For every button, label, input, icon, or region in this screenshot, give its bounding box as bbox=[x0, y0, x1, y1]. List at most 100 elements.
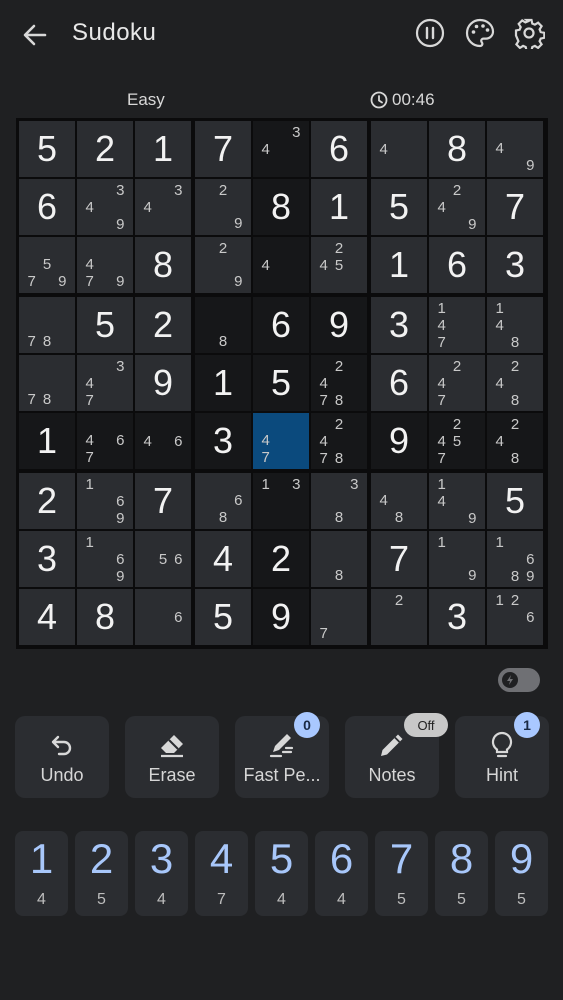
sudoku-cell[interactable]: 34 bbox=[135, 179, 191, 235]
sudoku-cell[interactable]: 4 bbox=[371, 121, 427, 177]
sudoku-cell[interactable]: 1 bbox=[195, 355, 251, 411]
sudoku-cell[interactable]: 48 bbox=[371, 473, 427, 529]
sudoku-cell[interactable]: 3 4 9 bbox=[77, 179, 133, 235]
sudoku-cell[interactable]: 6 bbox=[429, 237, 485, 293]
sudoku-cell[interactable]: 3 47 bbox=[77, 355, 133, 411]
sudoku-cell[interactable]: 5 bbox=[19, 121, 75, 177]
sudoku-cell[interactable]: 4 bbox=[253, 237, 309, 293]
settings-button[interactable] bbox=[512, 16, 546, 50]
sudoku-cell[interactable]: 6 bbox=[371, 355, 427, 411]
sudoku-cell[interactable]: 13 bbox=[253, 473, 309, 529]
sudoku-cell[interactable]: 5 bbox=[487, 473, 543, 529]
sudoku-cell[interactable]: 8 bbox=[311, 531, 367, 587]
sudoku-cell[interactable]: 147 bbox=[429, 297, 485, 353]
sudoku-cell[interactable]: 2 bbox=[77, 121, 133, 177]
timer: 00:46 bbox=[370, 90, 435, 110]
sudoku-cell[interactable]: 78 bbox=[19, 297, 75, 353]
sudoku-cell[interactable]: 6 bbox=[135, 589, 191, 645]
sudoku-cell[interactable]: 29 bbox=[195, 179, 251, 235]
number-key-5[interactable]: 54 bbox=[255, 831, 308, 916]
sudoku-cell[interactable]: 7 bbox=[487, 179, 543, 235]
sudoku-cell[interactable]: 3 bbox=[371, 297, 427, 353]
note-digit: 2 bbox=[452, 182, 462, 199]
sudoku-cell[interactable]: 47 9 bbox=[77, 237, 133, 293]
sudoku-cell[interactable]: 68 bbox=[195, 473, 251, 529]
sudoku-cell[interactable]: 56 bbox=[135, 531, 191, 587]
number-key-1[interactable]: 14 bbox=[15, 831, 68, 916]
sudoku-cell[interactable]: 126 bbox=[487, 589, 543, 645]
sudoku-cell[interactable]: 2478 bbox=[311, 413, 367, 469]
number-key-4[interactable]: 47 bbox=[195, 831, 248, 916]
sudoku-cell[interactable]: 5 bbox=[253, 355, 309, 411]
note-digit: 4 bbox=[437, 317, 446, 334]
sudoku-cell[interactable]: 8 bbox=[195, 297, 251, 353]
sudoku-cell[interactable]: 1 69 bbox=[77, 531, 133, 587]
pause-button[interactable] bbox=[413, 16, 447, 50]
sudoku-cell[interactable]: 9 bbox=[253, 589, 309, 645]
sudoku-cell[interactable]: 2 bbox=[253, 531, 309, 587]
sudoku-cell[interactable]: 4 bbox=[195, 531, 251, 587]
sudoku-cell[interactable]: 5 bbox=[195, 589, 251, 645]
sudoku-cell[interactable]: 19 bbox=[429, 531, 485, 587]
sudoku-cell[interactable]: 7 bbox=[311, 589, 367, 645]
number-key-2[interactable]: 25 bbox=[75, 831, 128, 916]
sudoku-cell[interactable]: 8 bbox=[429, 121, 485, 177]
number-key-9[interactable]: 95 bbox=[495, 831, 548, 916]
sudoku-cell[interactable]: 9 bbox=[371, 413, 427, 469]
sudoku-cell[interactable]: 2 bbox=[371, 589, 427, 645]
sudoku-cell[interactable]: 14 9 bbox=[429, 473, 485, 529]
sudoku-cell[interactable]: 8 bbox=[253, 179, 309, 235]
sudoku-cell[interactable]: 2457 bbox=[429, 413, 485, 469]
sudoku-cell[interactable]: 2478 bbox=[311, 355, 367, 411]
sudoku-cell[interactable]: 2 bbox=[135, 297, 191, 353]
sudoku-cell[interactable]: 248 bbox=[487, 355, 543, 411]
sudoku-cell[interactable]: 1 69 bbox=[77, 473, 133, 529]
sudoku-cell[interactable]: 1 bbox=[311, 179, 367, 235]
sudoku-cell[interactable]: 5 bbox=[77, 297, 133, 353]
sudoku-cell[interactable]: 24 9 bbox=[429, 179, 485, 235]
back-button[interactable] bbox=[18, 18, 52, 52]
number-key-8[interactable]: 85 bbox=[435, 831, 488, 916]
number-key-6[interactable]: 64 bbox=[315, 831, 368, 916]
sudoku-cell[interactable]: 1689 bbox=[487, 531, 543, 587]
auto-toggle[interactable] bbox=[498, 668, 540, 692]
sudoku-cell[interactable]: 3 bbox=[195, 413, 251, 469]
sudoku-cell[interactable]: 1 bbox=[371, 237, 427, 293]
sudoku-cell[interactable]: 6 bbox=[253, 297, 309, 353]
number-key-3[interactable]: 34 bbox=[135, 831, 188, 916]
sudoku-cell[interactable]: 245 bbox=[311, 237, 367, 293]
sudoku-cell[interactable]: 3 bbox=[19, 531, 75, 587]
sudoku-cell[interactable]: 3 bbox=[429, 589, 485, 645]
sudoku-cell[interactable]: 5 bbox=[371, 179, 427, 235]
sudoku-cell[interactable]: 34 bbox=[253, 121, 309, 177]
sudoku-cell[interactable]: 247 bbox=[429, 355, 485, 411]
sudoku-cell[interactable]: 8 bbox=[135, 237, 191, 293]
sudoku-cell[interactable]: 4 6 7 bbox=[77, 413, 133, 469]
sudoku-cell[interactable]: 47 bbox=[253, 413, 309, 469]
sudoku-cell[interactable]: 7 bbox=[371, 531, 427, 587]
sudoku-cell[interactable]: 1 bbox=[19, 413, 75, 469]
sudoku-cell[interactable]: 78 bbox=[19, 355, 75, 411]
sudoku-cell[interactable]: 8 bbox=[77, 589, 133, 645]
sudoku-cell[interactable]: 49 bbox=[487, 121, 543, 177]
number-key-7[interactable]: 75 bbox=[375, 831, 428, 916]
sudoku-cell[interactable]: 4 bbox=[19, 589, 75, 645]
sudoku-cell[interactable]: 148 bbox=[487, 297, 543, 353]
erase-button[interactable]: Erase bbox=[125, 716, 219, 798]
sudoku-cell[interactable]: 57 9 bbox=[19, 237, 75, 293]
sudoku-cell[interactable]: 2 bbox=[19, 473, 75, 529]
theme-button[interactable] bbox=[463, 16, 497, 50]
sudoku-cell[interactable]: 6 bbox=[19, 179, 75, 235]
sudoku-cell[interactable]: 46 bbox=[135, 413, 191, 469]
undo-button[interactable]: Undo bbox=[15, 716, 109, 798]
sudoku-cell[interactable]: 9 bbox=[311, 297, 367, 353]
sudoku-cell[interactable]: 9 bbox=[135, 355, 191, 411]
sudoku-cell[interactable]: 248 bbox=[487, 413, 543, 469]
sudoku-cell[interactable]: 38 bbox=[311, 473, 367, 529]
sudoku-cell[interactable]: 29 bbox=[195, 237, 251, 293]
sudoku-cell[interactable]: 1 bbox=[135, 121, 191, 177]
sudoku-cell[interactable]: 7 bbox=[195, 121, 251, 177]
sudoku-cell[interactable]: 3 bbox=[487, 237, 543, 293]
sudoku-cell[interactable]: 6 bbox=[311, 121, 367, 177]
sudoku-cell[interactable]: 7 bbox=[135, 473, 191, 529]
